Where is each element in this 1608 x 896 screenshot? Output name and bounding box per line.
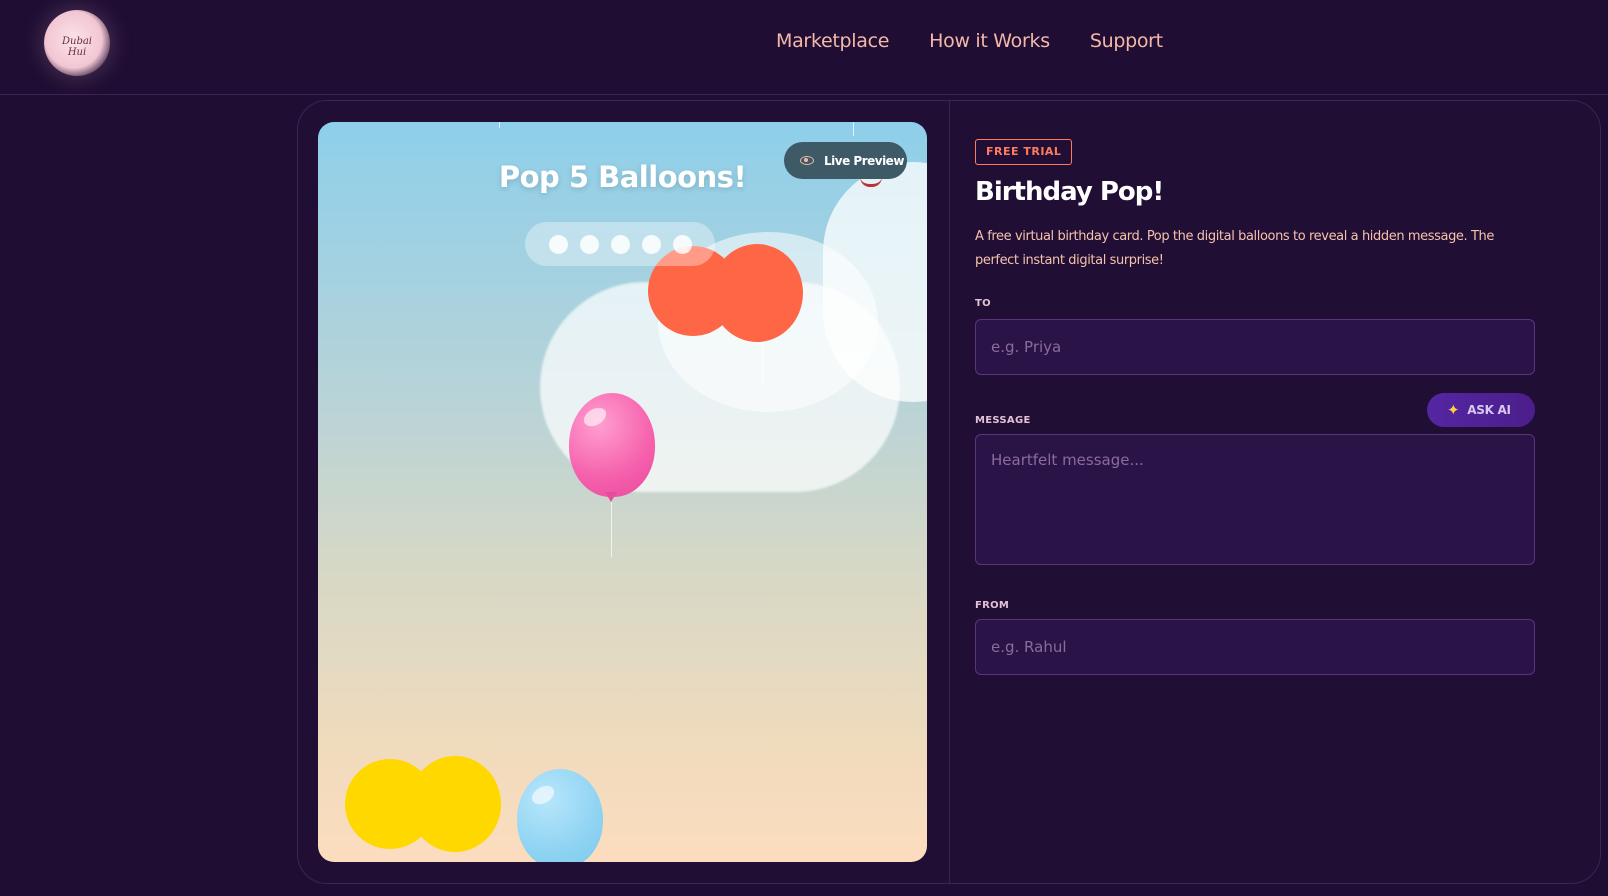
balloon-string xyxy=(499,122,500,128)
sparkle-icon: ✦ xyxy=(1447,400,1460,419)
progress-dot xyxy=(610,234,630,254)
balloon-string xyxy=(611,502,612,557)
nav-support[interactable]: Support xyxy=(1090,30,1163,52)
nav-marketplace[interactable]: Marketplace xyxy=(776,30,889,52)
yellow-balloon[interactable] xyxy=(409,756,501,852)
ask-ai-button[interactable]: ✦ ASK AI xyxy=(1427,393,1535,427)
progress-dot xyxy=(548,234,568,254)
logo[interactable]: Dubai Hui xyxy=(44,10,110,76)
balloon-knot xyxy=(605,492,617,502)
message-input[interactable] xyxy=(975,434,1535,565)
progress-dot xyxy=(641,234,661,254)
live-preview-label: Live Preview xyxy=(824,153,904,168)
from-input[interactable] xyxy=(975,619,1535,675)
balloon-progress xyxy=(525,222,715,266)
divider xyxy=(949,101,950,883)
balloon-shine xyxy=(580,404,610,430)
balloon-string xyxy=(762,340,763,384)
eye-icon xyxy=(800,156,814,165)
from-label: FROM xyxy=(975,600,1010,611)
balloon-shine xyxy=(528,782,558,808)
live-preview-badge[interactable]: Live Preview xyxy=(784,142,907,179)
red-balloon[interactable] xyxy=(711,244,803,342)
message-label: MESSAGE xyxy=(975,415,1031,426)
to-input[interactable] xyxy=(975,319,1535,375)
free-trial-badge: FREE TRIAL xyxy=(975,139,1073,165)
top-bar: Dubai Hui Marketplace How it Works Suppo… xyxy=(0,0,1608,95)
product-description: A free virtual birthday card. Pop the di… xyxy=(975,229,1494,268)
product-card: Pop 5 Balloons! Live Preview FREE TRIAL … xyxy=(297,100,1601,884)
to-label: TO xyxy=(975,298,991,309)
progress-dot xyxy=(579,234,599,254)
balloon-string xyxy=(853,122,854,136)
ask-ai-label: ASK AI xyxy=(1467,403,1511,417)
pink-balloon[interactable] xyxy=(569,393,655,497)
nav-how-it-works[interactable]: How it Works xyxy=(929,30,1050,52)
logo-text: Dubai Hui xyxy=(61,36,93,58)
product-title: Birthday Pop! xyxy=(975,177,1164,207)
main-nav: Marketplace How it Works Support xyxy=(776,30,1163,52)
game-preview[interactable]: Pop 5 Balloons! Live Preview xyxy=(318,122,927,862)
progress-dot xyxy=(672,234,692,254)
blue-balloon[interactable] xyxy=(517,769,603,862)
